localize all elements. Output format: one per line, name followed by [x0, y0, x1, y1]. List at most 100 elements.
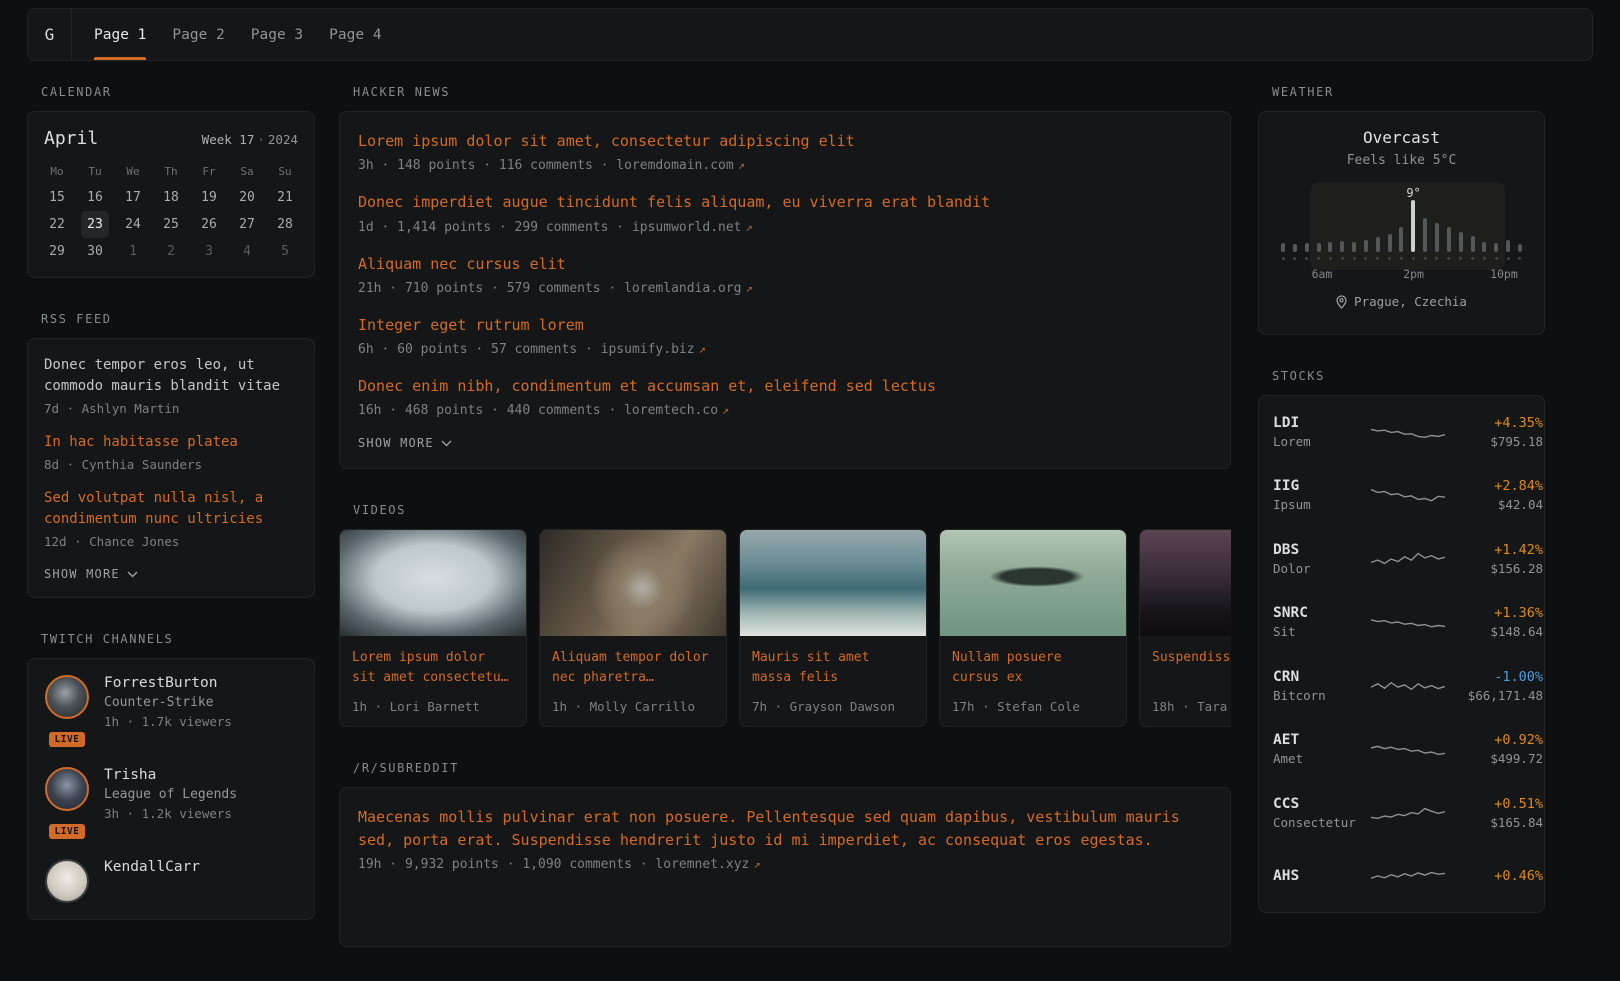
stock-price: $795.18: [1453, 434, 1543, 449]
calendar-day: 18: [157, 184, 185, 211]
video-meta: 1h · Lori Barnett: [352, 689, 514, 714]
tab-page-2[interactable]: Page 2: [172, 9, 224, 60]
video-card-body: Nullam posuere cursus ex17h · Stefan Col…: [940, 636, 1126, 725]
rss-item-title[interactable]: Sed volutpat nulla nisl, a condimentum n…: [44, 488, 298, 530]
hn-show-more-button[interactable]: SHOW MORE: [358, 436, 1212, 450]
stock-values: +2.84%$42.04: [1453, 478, 1543, 512]
weather-hour-dot: [1305, 257, 1308, 260]
hn-story-title[interactable]: Donec enim nibh, condimentum et accumsan…: [358, 375, 1212, 398]
stock-row[interactable]: DBSDolor+1.42%$156.28: [1273, 527, 1530, 591]
weather-bar: [1281, 243, 1285, 252]
stock-identity: SNRCSit: [1273, 605, 1363, 639]
channel-game: League of Legends: [104, 787, 237, 802]
stock-values: +0.46%: [1453, 868, 1543, 884]
rss-item-title[interactable]: Donec tempor eros leo, ut commodo mauris…: [44, 355, 298, 397]
weather-hour-column: [1305, 243, 1309, 260]
stock-sparkline: [1371, 863, 1445, 889]
live-badge: LIVE: [49, 824, 86, 839]
rss-show-more-button[interactable]: SHOW MORE: [44, 567, 298, 581]
stock-symbol: AHS: [1273, 868, 1363, 884]
video-card[interactable]: Lorem ipsum dolor sit amet consectetu…1h…: [339, 529, 527, 726]
stock-row[interactable]: CRNBitcorn-1.00%$66,171.48: [1273, 654, 1530, 718]
weather-time-labels: 6am2pm10pm: [1281, 267, 1522, 282]
hn-story-title[interactable]: Aliquam nec cursus elit: [358, 253, 1212, 276]
twitch-channel[interactable]: LIVEForrestBurtonCounter-Strike1h · 1.7k…: [44, 675, 298, 747]
hn-story-domain[interactable]: loremlandia.org: [624, 281, 741, 296]
video-card[interactable]: Nullam posuere cursus ex17h · Stefan Col…: [939, 529, 1127, 726]
calendar-day: 15: [43, 184, 71, 211]
twitch-channel[interactable]: LIVETrishaLeague of Legends3h · 1.2k vie…: [44, 767, 298, 839]
hn-story-domain[interactable]: ipsumworld.net: [632, 220, 742, 235]
video-title[interactable]: Aliquam tempor dolor nec pharetra…: [552, 648, 714, 688]
video-title[interactable]: Mauris sit amet massa felis: [752, 648, 914, 688]
subreddit-post-title[interactable]: Maecenas mollis pulvinar erat non posuer…: [358, 806, 1212, 853]
sparkline-chart: [1371, 546, 1445, 572]
stock-sparkline: [1371, 800, 1445, 826]
hn-story-meta: 6h · 60 points · 57 comments · ipsumify.…: [358, 342, 1212, 357]
video-card[interactable]: Mauris sit amet massa felis7h · Grayson …: [739, 529, 927, 726]
twitch-section-title: TWITCH CHANNELS: [41, 632, 315, 646]
external-link-icon: ↗: [753, 857, 760, 871]
hn-story-domain[interactable]: loremtech.co: [624, 403, 718, 418]
stock-row[interactable]: LDILorem+4.35%$795.18: [1273, 400, 1530, 464]
top-nav: G Page 1 Page 2 Page 3 Page 4: [27, 8, 1593, 61]
video-title[interactable]: Suspendisse diam: [1152, 648, 1231, 668]
stock-change: +0.92%: [1453, 732, 1543, 748]
weather-bar: [1423, 218, 1427, 252]
tab-page-3[interactable]: Page 3: [251, 9, 303, 60]
hn-story-title[interactable]: Lorem ipsum dolor sit amet, consectetur …: [358, 130, 1212, 153]
stock-symbol: CCS: [1273, 796, 1363, 812]
stock-sparkline: [1371, 736, 1445, 762]
hn-story-title[interactable]: Donec imperdiet augue tincidunt felis al…: [358, 191, 1212, 214]
hn-story: Integer eget rutrum lorem 6h · 60 points …: [358, 314, 1212, 357]
stock-row[interactable]: CCSConsectetur+0.51%$165.84: [1273, 781, 1530, 845]
twitch-channel[interactable]: KendallCarr: [44, 859, 298, 903]
channel-info: ForrestBurtonCounter-Strike1h · 1.7k vie…: [104, 675, 232, 729]
hn-story-domain[interactable]: ipsumify.biz: [601, 342, 695, 357]
weather-hour-column: [1293, 244, 1297, 260]
video-card[interactable]: Aliquam tempor dolor nec pharetra…1h · M…: [539, 529, 727, 726]
weather-bar: [1328, 242, 1332, 252]
stock-row[interactable]: IIGIpsum+2.84%$42.04: [1273, 464, 1530, 528]
stock-sparkline: [1371, 609, 1445, 635]
video-meta: 7h · Grayson Dawson: [752, 689, 914, 714]
subreddit-post-list: Maecenas mollis pulvinar erat non posuer…: [358, 806, 1212, 873]
hn-story-title[interactable]: Integer eget rutrum lorem: [358, 314, 1212, 337]
weather-hour-dot: [1459, 257, 1462, 260]
calendar-day: 29: [43, 238, 71, 265]
weather-bar: [1471, 236, 1475, 252]
weather-hour-dot: [1412, 257, 1415, 260]
video-title[interactable]: Nullam posuere cursus ex: [952, 648, 1114, 688]
video-title[interactable]: Lorem ipsum dolor sit amet consectetu…: [352, 648, 514, 688]
subreddit-post-domain[interactable]: loremnet.xyz: [655, 857, 749, 872]
stock-identity: AHS: [1273, 868, 1363, 884]
tab-page-1[interactable]: Page 1: [94, 9, 146, 60]
stocks-section-title: STOCKS: [1272, 369, 1545, 383]
channel-name[interactable]: ForrestBurton: [104, 675, 232, 691]
app-logo[interactable]: G: [28, 9, 72, 60]
tab-page-4[interactable]: Page 4: [329, 9, 381, 60]
calendar-day: 3: [195, 238, 223, 265]
rss-item-meta: 7d · Ashlyn Martin: [44, 401, 298, 416]
weather-time-label: 2pm: [1403, 267, 1424, 281]
weather-bar: [1388, 234, 1392, 252]
stock-change: +1.42%: [1453, 542, 1543, 558]
video-card[interactable]: Suspendisse diam18h · Tara: [1139, 529, 1231, 726]
weather-bar: [1435, 223, 1439, 252]
weather-hour-column: [1435, 223, 1439, 260]
stock-row[interactable]: AETAmet+0.92%$499.72: [1273, 718, 1530, 782]
calendar-day: 28: [271, 211, 299, 238]
weather-widget: Overcast Feels like 5°C 9° 6am2pm10pm Pr…: [1258, 111, 1545, 335]
channel-name[interactable]: Trisha: [104, 767, 237, 783]
stock-row[interactable]: AHS+0.46%: [1273, 845, 1530, 909]
hn-story-domain[interactable]: loremdomain.com: [616, 158, 733, 173]
stock-symbol: AET: [1273, 732, 1363, 748]
rss-section: RSS FEED Donec tempor eros leo, ut commo…: [27, 312, 315, 598]
rss-item-title[interactable]: In hac habitasse platea: [44, 432, 298, 453]
right-column: WEATHER Overcast Feels like 5°C 9° 6am2p…: [1258, 85, 1545, 981]
channel-name[interactable]: KendallCarr: [104, 859, 200, 875]
stock-row[interactable]: SNRCSit+1.36%$148.64: [1273, 591, 1530, 655]
weather-hour-column: [1459, 232, 1463, 260]
hn-story: Donec enim nibh, condimentum et accumsan…: [358, 375, 1212, 418]
weather-bar: [1376, 237, 1380, 252]
